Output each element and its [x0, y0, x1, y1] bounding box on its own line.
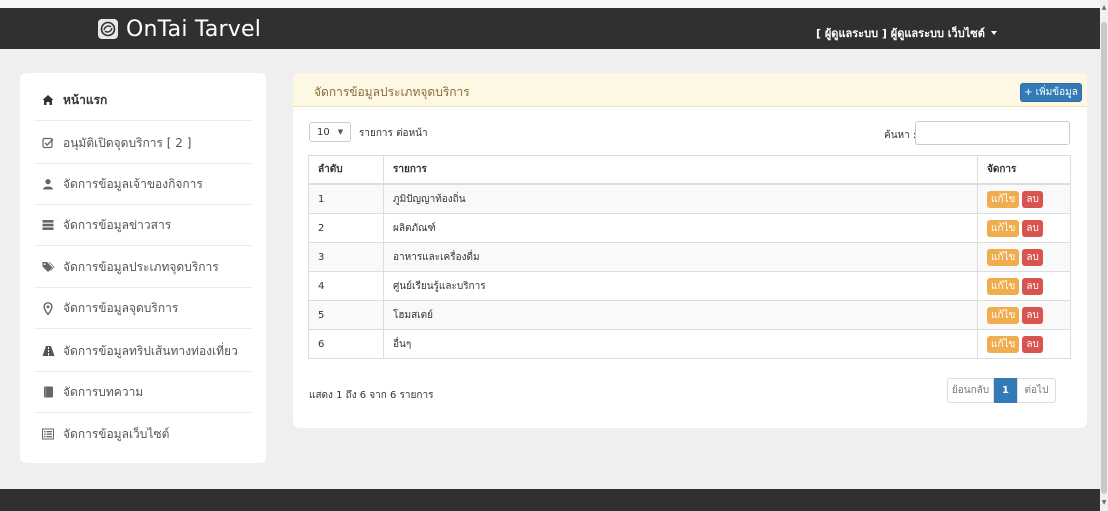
dropdown-arrow-icon: ▼ [337, 128, 344, 136]
panel-heading: จัดการข้อมูลประเภทจุดบริการ + เพิ่มข้อมู… [293, 73, 1087, 107]
table-row: 1 ภูมิปัญญาท้องถิ่น แก้ไข ลบ [308, 183, 1071, 214]
tags-icon [40, 259, 56, 275]
scroll-down-icon[interactable]: ▼ [1101, 499, 1107, 507]
row-actions: แก้ไข ลบ [977, 183, 1071, 214]
column-header-actions: จัดการ [977, 155, 1071, 185]
sidebar-item-label: อนุมัติเปิดจุดบริการ [ 2 ] [63, 135, 192, 150]
edit-button[interactable]: แก้ไข [987, 219, 1020, 237]
brand-title: OnTai Tarvel [126, 16, 262, 42]
sidebar-item-label: จัดการบทความ [63, 384, 144, 399]
search-input[interactable] [915, 121, 1070, 145]
row-actions: แก้ไข ลบ [977, 271, 1071, 301]
top-strip [0, 0, 1100, 8]
edit-button[interactable]: แก้ไข [987, 277, 1020, 295]
brand-logo-icon [98, 19, 118, 39]
navbar: OnTai Tarvel [ ผู้ดูแลระบบ ] ผู้ดูแลระบบ… [0, 8, 1100, 49]
footer [0, 489, 1100, 511]
sidebar-item-trips[interactable]: จัดการข้อมูลทริปเส้นทางท่องเที่ยว [34, 331, 252, 372]
book-icon [40, 384, 56, 400]
service-type-panel: จัดการข้อมูลประเภทจุดบริการ + เพิ่มข้อมู… [293, 73, 1087, 428]
row-actions: แก้ไข ลบ [977, 329, 1071, 359]
delete-button[interactable]: ลบ [1022, 190, 1043, 208]
row-name: โฮมสเตย์ [383, 300, 978, 330]
row-actions: แก้ไข ลบ [977, 242, 1071, 272]
delete-button[interactable]: ลบ [1022, 248, 1043, 266]
table-row: 3 อาหารและเครื่องดื่ม แก้ไข ลบ [308, 242, 1071, 272]
search-label: ค้นหา : [884, 130, 917, 141]
list-icon [40, 217, 56, 233]
row-number: 2 [308, 213, 384, 243]
table-info: แสดง 1 ถึง 6 จาก 6 รายการ [309, 390, 434, 401]
check-square-icon [40, 135, 56, 151]
sidebar-item-service-points[interactable]: จัดการข้อมูลจุดบริการ [34, 288, 252, 329]
map-marker-icon [40, 300, 56, 316]
table-row: 5 โฮมสเตย์ แก้ไข ลบ [308, 300, 1071, 330]
pagination: ย้อนกลับ 1 ต่อไป [947, 378, 1056, 403]
sidebar-item-owners[interactable]: จัดการข้อมูลเจ้าของกิจการ [34, 164, 252, 205]
row-name: อื่นๆ [383, 329, 978, 359]
service-type-table: ลำดับ รายการ จัดการ 1 ภูมิปัญญาท้องถิ่น … [308, 155, 1071, 359]
column-header-no[interactable]: ลำดับ [308, 155, 384, 185]
sidebar-item-website[interactable]: จัดการข้อมูลเว็บไซต์ [34, 414, 252, 454]
edit-button[interactable]: แก้ไข [987, 248, 1020, 266]
table-row: 4 ศูนย์เรียนรู้และบริการ แก้ไข ลบ [308, 271, 1071, 301]
table-header-row: ลำดับ รายการ จัดการ [308, 155, 1071, 185]
sidebar-item-news[interactable]: จัดการข้อมูลข่าวสาร [34, 205, 252, 246]
table-row: 2 ผลิตภัณฑ์ แก้ไข ลบ [308, 213, 1071, 243]
row-actions: แก้ไข ลบ [977, 213, 1071, 243]
sidebar-item-label: จัดการข้อมูลเจ้าของกิจการ [63, 176, 203, 191]
row-name: ผลิตภัณฑ์ [383, 213, 978, 243]
sidebar-item-label: จัดการข้อมูลเว็บไซต์ [63, 426, 170, 441]
home-icon [40, 92, 56, 108]
edit-button[interactable]: แก้ไข [987, 306, 1020, 324]
sidebar-item-approve[interactable]: อนุมัติเปิดจุดบริการ [ 2 ] [34, 123, 252, 164]
delete-button[interactable]: ลบ [1022, 277, 1043, 295]
add-item-button[interactable]: + เพิ่มข้อมูล [1020, 83, 1082, 102]
column-header-name[interactable]: รายการ [383, 155, 978, 185]
page-length-label: รายการ ต่อหน้า [359, 128, 428, 139]
delete-button[interactable]: ลบ [1022, 306, 1043, 324]
sidebar-item-label: จัดการข้อมูลจุดบริการ [63, 300, 179, 315]
sidebar-item-articles[interactable]: จัดการบทความ [34, 372, 252, 413]
sidebar: หน้าแรก อนุมัติเปิดจุดบริการ [ 2 ] จัดกา… [20, 73, 266, 463]
row-number: 5 [308, 300, 384, 330]
sidebar-item-label: หน้าแรก [63, 92, 108, 107]
user-icon [40, 176, 56, 192]
delete-button[interactable]: ลบ [1022, 219, 1043, 237]
delete-button[interactable]: ลบ [1022, 335, 1043, 353]
row-number: 1 [308, 183, 384, 214]
pagination-page-1[interactable]: 1 [994, 378, 1017, 403]
row-actions: แก้ไข ลบ [977, 300, 1071, 330]
page-length-select[interactable]: 10 ▼ [309, 122, 351, 142]
table-row: 6 อื่นๆ แก้ไข ลบ [308, 329, 1071, 359]
brand[interactable]: OnTai Tarvel [98, 16, 261, 42]
row-name: ศูนย์เรียนรู้และบริการ [383, 271, 978, 301]
row-number: 6 [308, 329, 384, 359]
row-number: 3 [308, 242, 384, 272]
row-name: ภูมิปัญญาท้องถิ่น [383, 183, 978, 214]
sidebar-item-label: จัดการข้อมูลข่าวสาร [63, 217, 172, 232]
scroll-up-icon[interactable]: ▲ [1101, 4, 1107, 12]
panel-title: จัดการข้อมูลประเภทจุดบริการ [314, 85, 470, 99]
sidebar-item-label: จัดการข้อมูลประเภทจุดบริการ [63, 259, 219, 274]
edit-button[interactable]: แก้ไข [987, 190, 1020, 208]
row-name: อาหารและเครื่องดื่ม [383, 242, 978, 272]
edit-button[interactable]: แก้ไข [987, 335, 1020, 353]
sidebar-item-service-types[interactable]: จัดการข้อมูลประเภทจุดบริการ [34, 247, 252, 288]
page-length-value: 10 [317, 126, 330, 138]
pagination-next[interactable]: ต่อไป [1017, 378, 1056, 403]
road-icon [40, 343, 56, 359]
list-alt-icon [40, 426, 56, 442]
caret-down-icon [990, 31, 997, 35]
sidebar-item-home[interactable]: หน้าแรก [34, 80, 252, 121]
scrollbar-thumb[interactable] [1101, 22, 1107, 494]
sidebar-item-label: จัดการข้อมูลทริปเส้นทางท่องเที่ยว [63, 343, 238, 358]
user-menu[interactable]: [ ผู้ดูแลระบบ ] ผู้ดูแลระบบ เว็บไซต์ [816, 24, 997, 42]
row-number: 4 [308, 271, 384, 301]
pagination-prev[interactable]: ย้อนกลับ [947, 378, 994, 403]
user-menu-label: [ ผู้ดูแลระบบ ] ผู้ดูแลระบบ เว็บไซต์ [816, 27, 985, 40]
